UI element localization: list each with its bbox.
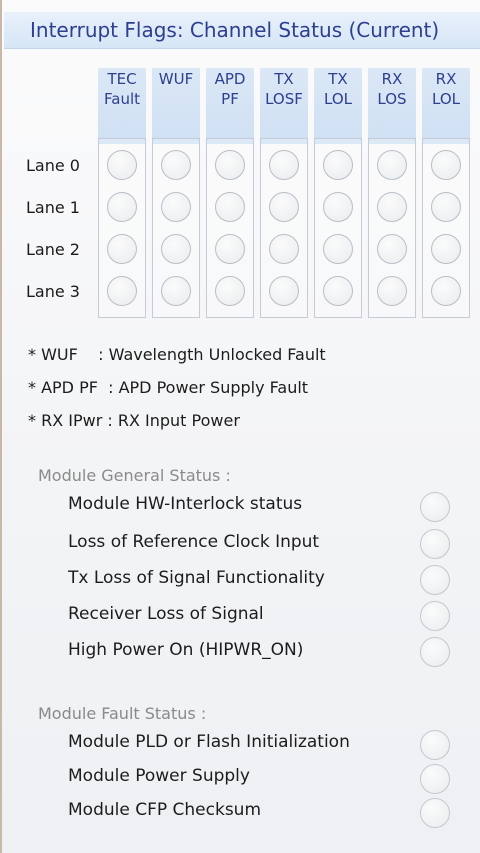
fault-power-supply-label: Module Power Supply (68, 766, 250, 786)
column-header-tx-lol: TX LOL (324, 70, 352, 108)
column-header-wuf: WUF (158, 70, 194, 88)
status-ref-clock-led (420, 529, 450, 559)
status-tx-los-label: Tx Loss of Signal Functionality (68, 568, 325, 588)
status-hw-interlock-label: Module HW-Interlock status (68, 494, 303, 514)
lane-2-flag-0-led (107, 234, 137, 264)
status-tx-los-led (420, 565, 450, 595)
lane-3-flag-6-led (431, 276, 461, 306)
status-hw-interlock-led (420, 492, 450, 522)
legend-rx-ipwr: * RX IPwr : RX Input Power (28, 411, 240, 430)
fault-cfp-checksum-label: Module CFP Checksum (68, 800, 262, 820)
lane-3-flag-2-led (215, 276, 245, 306)
column-header-rx-lol: RX LOL (432, 70, 460, 108)
lane-3-flag-5-led (377, 276, 407, 306)
fault-pld-flash-label: Module PLD or Flash Initialization (68, 732, 350, 752)
channel-status-panel: Interrupt Flags: Channel Status (Current… (0, 0, 480, 853)
lane-1-flag-1-led (161, 192, 191, 222)
lane-1-flag-0-led (107, 192, 137, 222)
lane-2-flag-1-led (161, 234, 191, 264)
fault-power-supply-led (420, 764, 450, 794)
lane-3-flag-3-led (269, 276, 299, 306)
fault-pld-flash-led (420, 730, 450, 760)
panel-header: Interrupt Flags: Channel Status (Current… (4, 12, 480, 49)
fault-status-title: Module Fault Status : (38, 704, 207, 723)
lane-label: Lane 1 (26, 198, 80, 217)
column-header-rx-los: RX LOS (377, 70, 407, 108)
panel-title: Interrupt Flags: Channel Status (Current… (30, 18, 440, 42)
lane-3-flag-4-led (323, 276, 353, 306)
column-header-tec-fault: TEC Fault (104, 70, 140, 108)
lane-3-flag-1-led (161, 276, 191, 306)
lane-label: Lane 0 (26, 156, 80, 175)
legend-apd-pf: * APD PF : APD Power Supply Fault (28, 378, 309, 397)
lane-0-flag-2-led (215, 150, 245, 180)
column-header-tx-losf: TX LOSF (265, 70, 303, 108)
status-hipwr-led (420, 637, 450, 667)
lane-1-flag-5-led (377, 192, 407, 222)
lane-0-flag-1-led (161, 150, 191, 180)
lane-1-flag-3-led (269, 192, 299, 222)
lane-0-flag-6-led (431, 150, 461, 180)
lane-1-flag-4-led (323, 192, 353, 222)
legend-wuf: * WUF : Wavelength Unlocked Fault (28, 345, 326, 364)
column-header-apd-pf: APD PF (214, 70, 246, 108)
lane-2-flag-5-led (377, 234, 407, 264)
lane-2-flag-2-led (215, 234, 245, 264)
lane-label: Lane 3 (26, 282, 80, 301)
lane-label: Lane 2 (26, 240, 80, 259)
general-status-title: Module General Status : (38, 466, 231, 485)
fault-cfp-checksum-led (420, 798, 450, 828)
status-hipwr-label: High Power On (HIPWR_ON) (68, 640, 304, 660)
status-ref-clock-label: Loss of Reference Clock Input (68, 532, 320, 552)
lane-0-flag-4-led (323, 150, 353, 180)
lane-2-flag-4-led (323, 234, 353, 264)
lane-2-flag-6-led (431, 234, 461, 264)
status-rx-los-led (420, 601, 450, 631)
lane-2-flag-3-led (269, 234, 299, 264)
lane-1-flag-6-led (431, 192, 461, 222)
lane-1-flag-2-led (215, 192, 245, 222)
lane-0-flag-3-led (269, 150, 299, 180)
lane-0-flag-0-led (107, 150, 137, 180)
lane-0-flag-5-led (377, 150, 407, 180)
lane-3-flag-0-led (107, 276, 137, 306)
status-rx-los-label: Receiver Loss of Signal (68, 604, 264, 624)
